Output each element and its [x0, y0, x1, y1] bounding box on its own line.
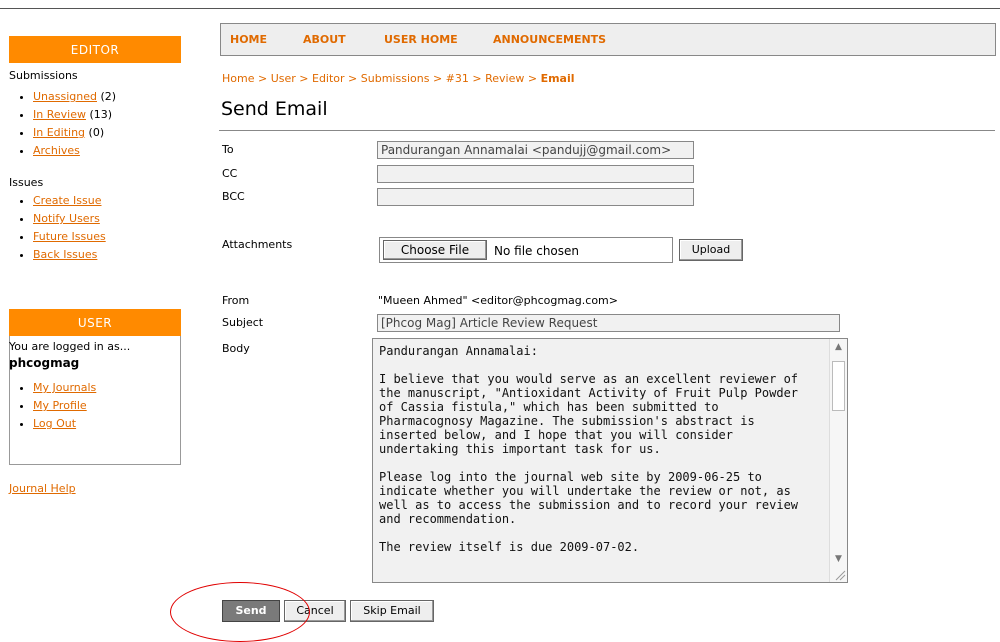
breadcrumb: Home > User > Editor > Submissions > #31… [222, 72, 575, 85]
issue-item: Future Issues [33, 228, 106, 246]
bcc-field[interactable] [377, 188, 694, 206]
body-scrollbar[interactable]: ▲ ▼ [829, 339, 847, 582]
resize-grip-icon[interactable] [834, 569, 846, 581]
subject-field[interactable]: [Phcog Mag] Article Review Request [377, 314, 840, 332]
my-profile-link[interactable]: My Profile [33, 399, 87, 412]
submissions-list: Unassigned (2) In Review (13) In Editing… [9, 88, 116, 160]
breadcrumb-submissions[interactable]: Submissions [361, 72, 430, 85]
user-links: My Journals My Profile Log Out [9, 379, 96, 433]
submissions-label: Submissions [9, 69, 78, 82]
user-link-item: My Profile [33, 397, 96, 415]
nav-about[interactable]: ABOUT [303, 33, 346, 46]
breadcrumb-home[interactable]: Home [222, 72, 254, 85]
nav-announcements[interactable]: ANNOUNCEMENTS [493, 33, 606, 46]
issues-label: Issues [9, 176, 44, 189]
unassigned-count: (2) [100, 90, 117, 103]
issue-item: Notify Users [33, 210, 106, 228]
breadcrumb-separator: > [524, 72, 541, 85]
breadcrumb-separator: > [295, 72, 312, 85]
nav-user-home[interactable]: USER HOME [384, 33, 458, 46]
breadcrumb-separator: > [429, 72, 446, 85]
log-out-link[interactable]: Log Out [33, 417, 76, 430]
scroll-thumb[interactable] [832, 361, 845, 411]
body-text[interactable]: Pandurangan Annamalai: I believe that yo… [379, 344, 819, 578]
top-divider [0, 8, 1000, 9]
notify-users-link[interactable]: Notify Users [33, 212, 100, 225]
page-title: Send Email [221, 98, 328, 120]
issue-item: Back Issues [33, 246, 106, 264]
submission-item-archives: Archives [33, 142, 116, 160]
annotation-circle [170, 582, 310, 642]
scroll-up-icon[interactable]: ▲ [830, 342, 847, 352]
breadcrumb-separator: > [254, 72, 271, 85]
issues-list: Create Issue Notify Users Future Issues … [9, 192, 106, 264]
top-nav: HOME ABOUT USER HOME ANNOUNCEMENTS [220, 23, 996, 56]
breadcrumb-submission-id[interactable]: #31 [446, 72, 469, 85]
bcc-label: BCC [222, 190, 245, 203]
choose-file-button[interactable]: Choose File [383, 240, 487, 260]
breadcrumb-user[interactable]: User [271, 72, 296, 85]
cc-field[interactable] [377, 165, 694, 183]
in-editing-link[interactable]: In Editing [33, 126, 85, 139]
to-field[interactable]: Pandurangan Annamalai <pandujj@gmail.com… [377, 141, 694, 159]
submission-item-unassigned: Unassigned (2) [33, 88, 116, 106]
breadcrumb-separator: > [344, 72, 361, 85]
issue-item: Create Issue [33, 192, 106, 210]
file-input[interactable]: Choose File No file chosen [379, 237, 673, 263]
my-journals-link[interactable]: My Journals [33, 381, 96, 394]
in-review-link[interactable]: In Review [33, 108, 86, 121]
editor-panel: EDITOR [9, 36, 181, 63]
no-file-text: No file chosen [494, 244, 580, 258]
breadcrumb-editor[interactable]: Editor [312, 72, 345, 85]
subject-label: Subject [222, 316, 264, 329]
logged-in-text: You are logged in as... [9, 340, 131, 353]
journal-help-link[interactable]: Journal Help [9, 482, 76, 495]
from-label: From [222, 294, 250, 307]
body-label: Body [222, 342, 250, 355]
submission-item-in-editing: In Editing (0) [33, 124, 116, 142]
unassigned-link[interactable]: Unassigned [33, 90, 97, 103]
from-value: "Mueen Ahmed" <editor@phcogmag.com> [378, 294, 618, 307]
user-link-item: Log Out [33, 415, 96, 433]
upload-button[interactable]: Upload [679, 239, 743, 261]
submission-item-in-review: In Review (13) [33, 106, 116, 124]
user-link-item: My Journals [33, 379, 96, 397]
skip-email-button[interactable]: Skip Email [350, 600, 434, 622]
editor-heading: EDITOR [9, 36, 181, 63]
body-textarea[interactable]: Pandurangan Annamalai: I believe that yo… [372, 338, 848, 583]
back-issues-link[interactable]: Back Issues [33, 248, 97, 261]
nav-home[interactable]: HOME [230, 33, 267, 46]
breadcrumb-review[interactable]: Review [485, 72, 524, 85]
breadcrumb-current: Email [540, 72, 575, 85]
cc-label: CC [222, 167, 238, 180]
in-editing-count: (0) [88, 126, 105, 139]
scroll-down-icon[interactable]: ▼ [830, 554, 847, 564]
username: phcogmag [9, 356, 80, 370]
attachments-label: Attachments [222, 238, 293, 251]
create-issue-link[interactable]: Create Issue [33, 194, 102, 207]
user-heading: USER [9, 309, 181, 336]
to-label: To [222, 143, 234, 156]
future-issues-link[interactable]: Future Issues [33, 230, 106, 243]
in-review-count: (13) [89, 108, 113, 121]
breadcrumb-separator: > [468, 72, 486, 85]
title-rule [219, 130, 995, 131]
archives-link[interactable]: Archives [33, 144, 80, 157]
